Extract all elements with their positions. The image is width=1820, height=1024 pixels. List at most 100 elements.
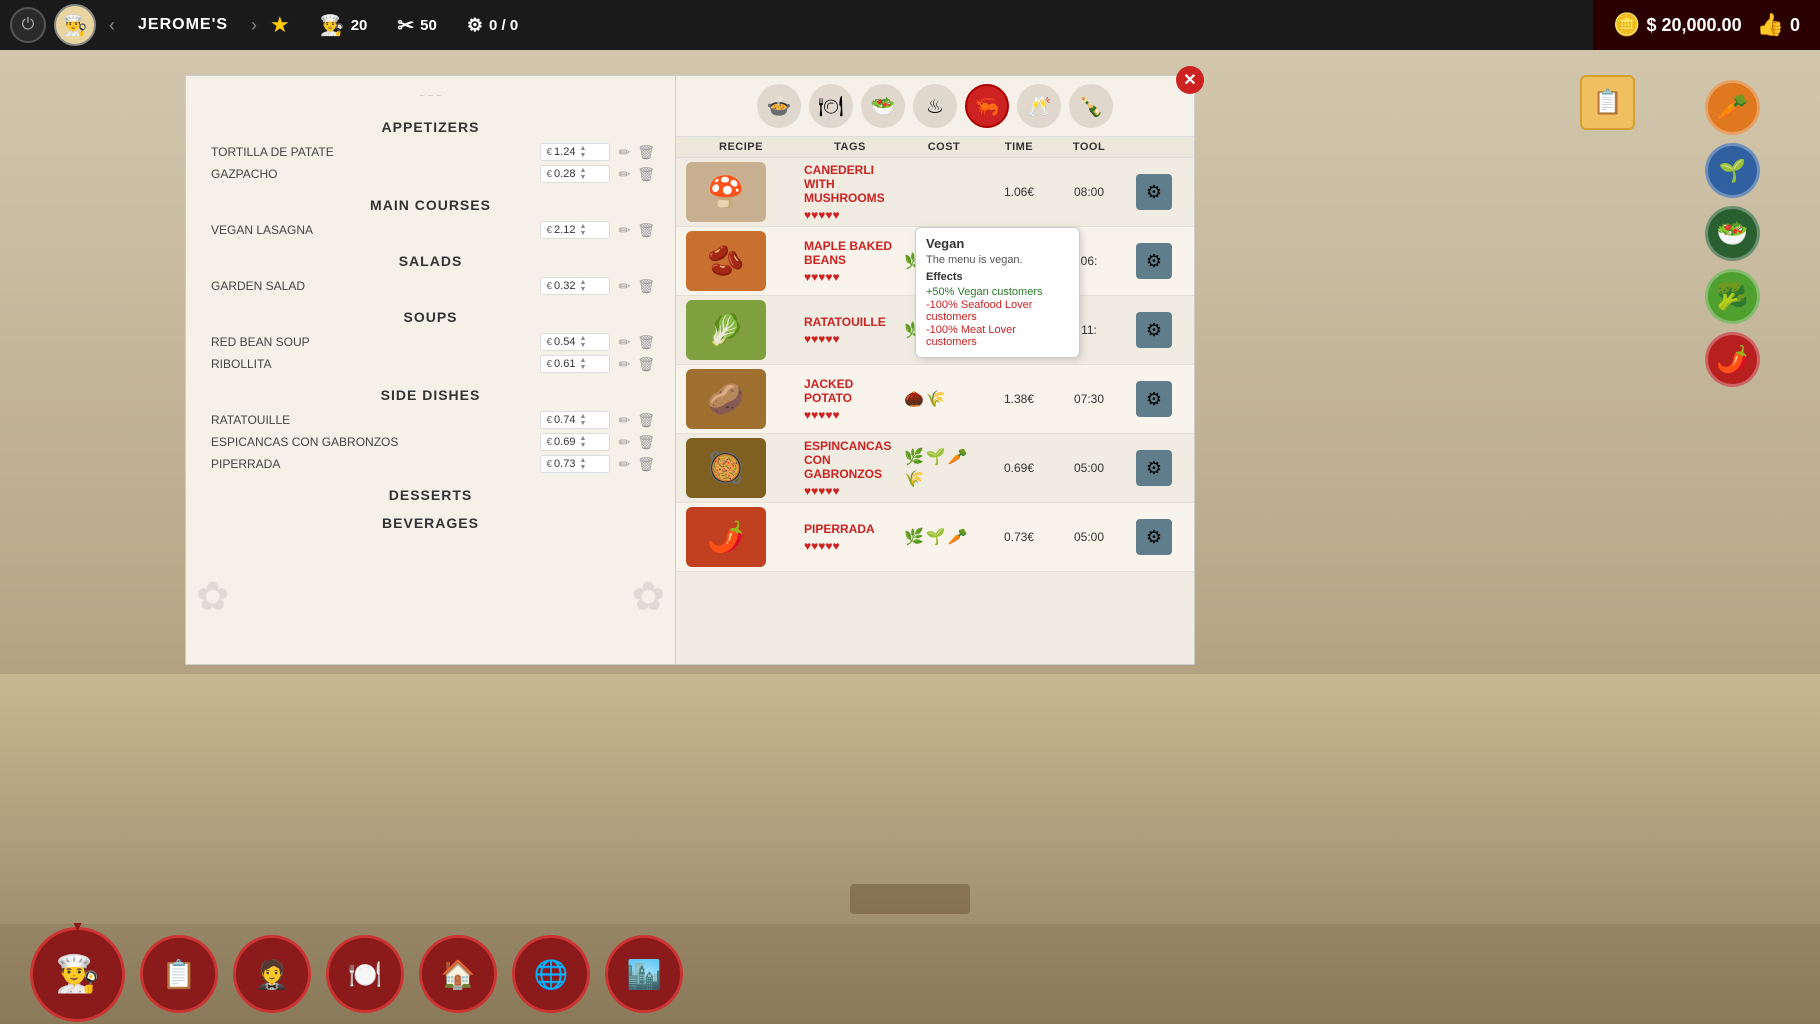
recipe-image-maple-beans: 🫘 [686,231,766,291]
delete-icon-gazpacho[interactable]: 🗑 [637,166,655,183]
filter-plate[interactable]: 🍽 [809,84,853,128]
edit-icon-espicancas[interactable]: ✏ [618,434,630,451]
edit-icon-garden-salad[interactable]: ✏ [618,278,630,295]
filter-soup[interactable]: 🍲 [757,84,801,128]
bottom-btn-city[interactable]: 🏙️ [605,935,683,1013]
item-name-gazpacho: GAZPACHO [206,167,535,181]
recipe-image-canederli: 🍄 [686,162,766,222]
edit-icon-tortilla[interactable]: ✏ [618,144,630,161]
filter-bowl[interactable]: 🥗 [861,84,905,128]
interior-icon: 🏠 [441,958,476,991]
recipe-row-espincancas[interactable]: 🥘 ESPINCANCAS CON GABRONZOS ♥♥♥♥♥ 🌿 🌱 🥕 … [676,434,1194,503]
vegan-tooltip: Vegan The menu is vegan. Effects +50% Ve… [915,227,1080,358]
edit-icon-gazpacho[interactable]: ✏ [618,166,630,183]
menu-book-icon[interactable]: 📋 [1580,75,1635,130]
delete-icon-garden-salad[interactable]: 🗑 [637,278,655,295]
sidebar-chili[interactable]: 🌶️ [1705,332,1760,387]
chef-count-value: 20 [351,17,368,34]
recipe-name-espincancas: ESPINCANCAS CON GABRONZOS [804,439,904,481]
delete-icon-ratatouille[interactable]: 🗑 [637,412,655,429]
bottom-btn-staff[interactable]: 🤵 [233,935,311,1013]
recipe-name-ratatouille: RATATOUILLE [804,315,904,329]
recipe-time-canederli: 08:00 [1054,185,1124,199]
delete-icon-vegan-lasagna[interactable]: 🗑 [637,222,655,239]
edit-icon-ribollita[interactable]: ✏ [618,356,630,373]
tooltip-effect-2: -100% Meat Lover customers [926,324,1069,348]
delete-icon-espicancas[interactable]: 🗑 [637,434,655,451]
sidebar-herbs[interactable]: 🥗 [1705,206,1760,261]
recipe-cost-jacked-potato: 1.38€ [984,392,1054,406]
bottom-btn-chef[interactable]: 👨‍🍳 ▼ [30,927,125,1022]
menu-item-ratatouille: RATATOUILLE € 0.74 ▲▼ ✏ 🗑 [206,409,655,431]
seats-value: 0 / 0 [489,17,518,34]
tool-icon-ratatouille: ⚙ [1136,312,1172,348]
bottom-btn-menu[interactable]: 📋 [140,935,218,1013]
price-garden-salad: € 0.32 ▲▼ [540,277,610,295]
recipe-row-canederli[interactable]: 🍄 CANEDERLI WITH MUSHROOMS ♥♥♥♥♥ 1.06€ 0… [676,158,1194,227]
recipe-row-piperrada[interactable]: 🌶️ PIPERRADA ♥♥♥♥♥ 🌿 🌱 🥕 0.73€ 05:00 ⚙ [676,503,1194,572]
utensil-icon: ✂ [397,13,414,38]
top-bar-economy: 🪙 $ 20,000.00 👍 0 [1593,0,1820,50]
delete-icon-red-bean-soup[interactable]: 🗑 [637,334,655,351]
top-bar-stats: 👨‍🍳 20 ✂ 50 ⚙ 0 / 0 [320,13,518,38]
recipe-time-jacked-potato: 07:30 [1054,392,1124,406]
item-name-piperrada: PIPERRADA [206,457,535,471]
recipe-hearts-canederli: ♥♥♥♥♥ [804,208,904,222]
power-button[interactable]: ⏻ [10,7,46,43]
nav-right[interactable]: › [246,15,262,36]
cook-icon: 🍽️ [348,958,383,991]
chef-count-stat: 👨‍🍳 20 [320,13,368,38]
edit-icon-ratatouille[interactable]: ✏ [618,412,630,429]
price-ribollita: € 0.61 ▲▼ [540,355,610,373]
delete-icon-ribollita[interactable]: 🗑 [637,356,655,373]
map-icon: 🌐 [534,958,569,991]
menu-corner-right: ✿ [585,574,665,654]
seats-icon: ⚙ [467,15,483,36]
recipe-info-canederli: CANEDERLI WITH MUSHROOMS ♥♥♥♥♥ [796,163,904,222]
bottom-btn-map[interactable]: 🌐 [512,935,590,1013]
item-name-tortilla: TORTILLA DE PATATE [206,145,535,159]
filter-steam[interactable]: ♨ [913,84,957,128]
main-modal: ~ ~ ~ APPETIZERS TORTILLA DE PATATE € 1.… [185,75,1195,665]
menu-item-piperrada: PIPERRADA € 0.73 ▲▼ ✏ 🗑 [206,453,655,475]
sidebar-vegan[interactable]: 🌱 [1705,143,1760,198]
filter-glass[interactable]: 🥂 [1017,84,1061,128]
recipe-hearts-piperrada: ♥♥♥♥♥ [804,539,904,553]
edit-icon-piperrada[interactable]: ✏ [618,456,630,473]
favorite-star[interactable]: ★ [270,12,290,38]
recipe-name-canederli: CANEDERLI WITH MUSHROOMS [804,163,904,205]
recipe-hearts-ratatouille: ♥♥♥♥♥ [804,332,904,346]
sidebar-carrots[interactable]: 🥕 [1705,80,1760,135]
table-decoration [850,884,970,914]
item-name-garden-salad: GARDEN SALAD [206,279,535,293]
bottom-btn-interior[interactable]: 🏠 [419,935,497,1013]
tag-p-2: 🌱 [926,527,946,547]
menu-item-vegan-lasagna: VEGAN LASAGNA € 2.12 ▲▼ ✏ 🗑 [206,219,655,241]
delete-icon-piperrada[interactable]: 🗑 [637,456,655,473]
section-soups: SOUPS [206,309,655,325]
close-button[interactable]: ✕ [1176,66,1204,94]
filter-shrimp[interactable]: 🦐 [965,84,1009,128]
nav-left[interactable]: ‹ [104,15,120,36]
col-header-recipe: RECIPE [686,141,796,153]
recipe-tags-espincancas: 🌿 🌱 🥕 🌾 [904,447,984,489]
recipe-time-espincancas: 05:00 [1054,461,1124,475]
filter-bottle[interactable]: 🍾 [1069,84,1113,128]
sidebar-vegetable[interactable]: 🥦 [1705,269,1760,324]
recipe-tool-maple-beans: ⚙ [1124,243,1184,279]
recipe-info-jacked-potato: JACKED POTATO ♥♥♥♥♥ [796,377,904,422]
section-salads: SALADS [206,253,655,269]
recipe-row-maple-beans[interactable]: 🫘 MAPLE BAKED BEANS ♥♥♥♥♥ 🌿 🌱 0.35€ 06: … [676,227,1194,296]
recipe-row-jacked-potato[interactable]: 🥔 JACKED POTATO ♥♥♥♥♥ 🌰 🌾 1.38€ 07:30 ⚙ [676,365,1194,434]
edit-icon-vegan-lasagna[interactable]: ✏ [618,222,630,239]
tool-icon-maple-beans: ⚙ [1136,243,1172,279]
item-name-espicancas: ESPICANCAS CON GABRONZOS [206,435,535,449]
delete-icon-tortilla[interactable]: 🗑 [637,144,655,161]
edit-icon-red-bean-soup[interactable]: ✏ [618,334,630,351]
bottom-btn-cook[interactable]: 🍽️ [326,935,404,1013]
recipe-column-headers: RECIPE TAGS COST TIME TOOL [676,137,1194,158]
top-bar: ⏻ 👨‍🍳 ‹ JEROME'S › ★ 👨‍🍳 20 ✂ 50 ⚙ 0 / 0… [0,0,1820,50]
menu-item-ribollita: RIBOLLITA € 0.61 ▲▼ ✏ 🗑 [206,353,655,375]
recipe-image-jacked-potato: 🥔 [686,369,766,429]
price-espicancas: € 0.69 ▲▼ [540,433,610,451]
